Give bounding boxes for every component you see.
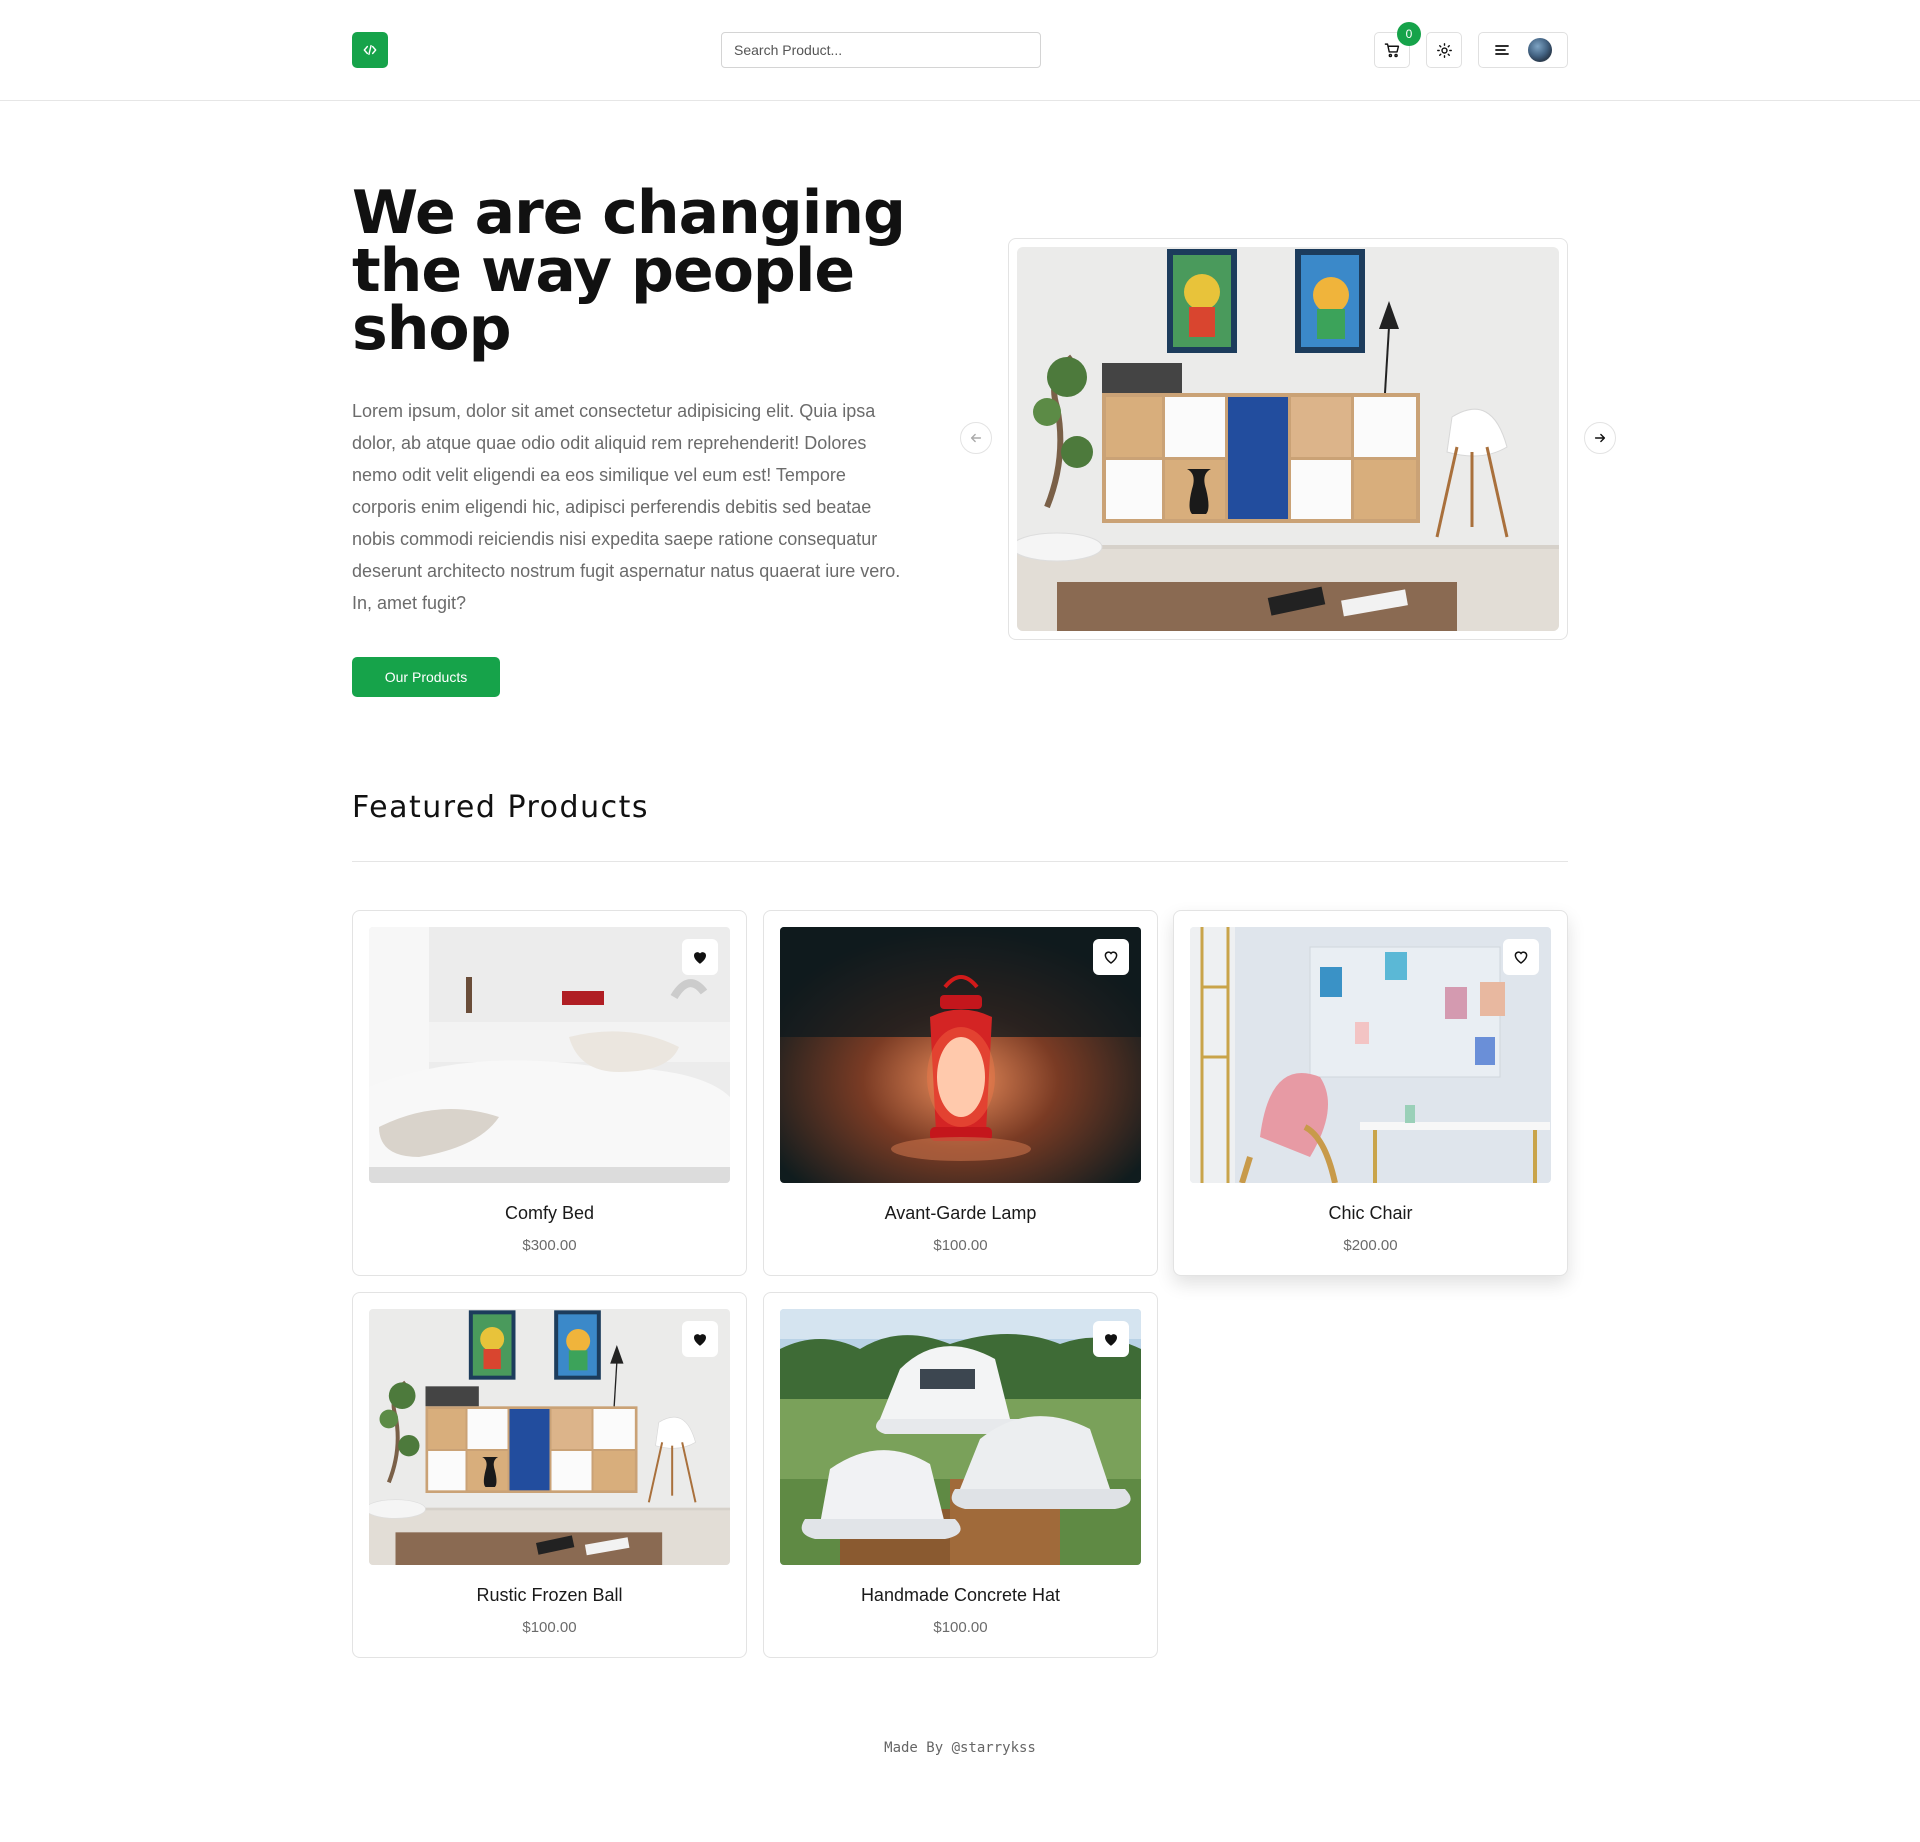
heart-filled-icon	[1105, 1334, 1117, 1346]
product-price: $100.00	[933, 1237, 988, 1254]
product-name[interactable]: Handmade Concrete Hat	[764, 1585, 1157, 1606]
carousel-next-button[interactable]	[1584, 422, 1616, 454]
product-card[interactable]: Rustic Frozen Ball $100.00	[352, 1292, 747, 1658]
product-card[interactable]: Comfy Bed $300.00	[352, 910, 747, 1276]
menu-lines-icon	[1495, 45, 1509, 55]
product-name[interactable]: Comfy Bed	[353, 1203, 746, 1224]
sun-icon	[1436, 42, 1452, 58]
product-price: $300.00	[522, 1237, 577, 1254]
product-price: $100.00	[933, 1619, 988, 1636]
our-products-button[interactable]: Our Products	[352, 657, 500, 697]
product-image	[1190, 927, 1551, 1183]
section-divider	[352, 861, 1568, 862]
featured-products-title: Featured Products	[352, 790, 649, 825]
product-image	[780, 1309, 1141, 1565]
arrow-right-icon	[1594, 433, 1606, 443]
carousel-image	[1017, 247, 1559, 631]
avatar	[1528, 38, 1552, 62]
heart-filled-icon	[694, 952, 706, 964]
carousel-prev-button[interactable]	[960, 422, 992, 454]
product-name[interactable]: Avant-Garde Lamp	[764, 1203, 1157, 1224]
user-menu-button[interactable]	[1478, 32, 1568, 68]
product-card[interactable]: Handmade Concrete Hat $100.00	[763, 1292, 1158, 1658]
theme-toggle-button[interactable]	[1426, 32, 1462, 68]
product-price: $100.00	[522, 1619, 577, 1636]
favorite-button[interactable]	[1503, 939, 1539, 975]
product-image	[369, 927, 730, 1183]
heart-outline-icon	[1514, 951, 1528, 964]
code-icon	[363, 44, 377, 56]
cart-icon	[1384, 42, 1399, 57]
footer-credit: Made By @starrykss	[884, 1740, 1036, 1756]
favorite-button[interactable]	[682, 939, 718, 975]
arrow-left-icon	[970, 433, 982, 443]
heart-filled-icon	[694, 1334, 706, 1346]
favorite-button[interactable]	[682, 1321, 718, 1357]
product-price: $200.00	[1343, 1237, 1398, 1254]
logo-button[interactable]	[352, 32, 388, 68]
product-card[interactable]: Avant-Garde Lamp $100.00	[763, 910, 1158, 1276]
hero-title: We are changing the way people shop	[352, 178, 906, 364]
favorite-button[interactable]	[1093, 939, 1129, 975]
product-name[interactable]: Rustic Frozen Ball	[353, 1585, 746, 1606]
product-card[interactable]: Chic Chair $200.00	[1173, 910, 1568, 1276]
hero-carousel	[1008, 238, 1568, 640]
heart-outline-icon	[1104, 951, 1118, 964]
favorite-button[interactable]	[1093, 1321, 1129, 1357]
product-image	[369, 1309, 730, 1565]
hero-description: Lorem ipsum, dolor sit amet consectetur …	[352, 401, 901, 613]
cart-count-badge: 0	[1397, 22, 1421, 46]
product-image	[780, 927, 1141, 1183]
search-input[interactable]	[721, 32, 1041, 68]
product-name[interactable]: Chic Chair	[1174, 1203, 1567, 1224]
navbar: 0	[0, 0, 1920, 101]
